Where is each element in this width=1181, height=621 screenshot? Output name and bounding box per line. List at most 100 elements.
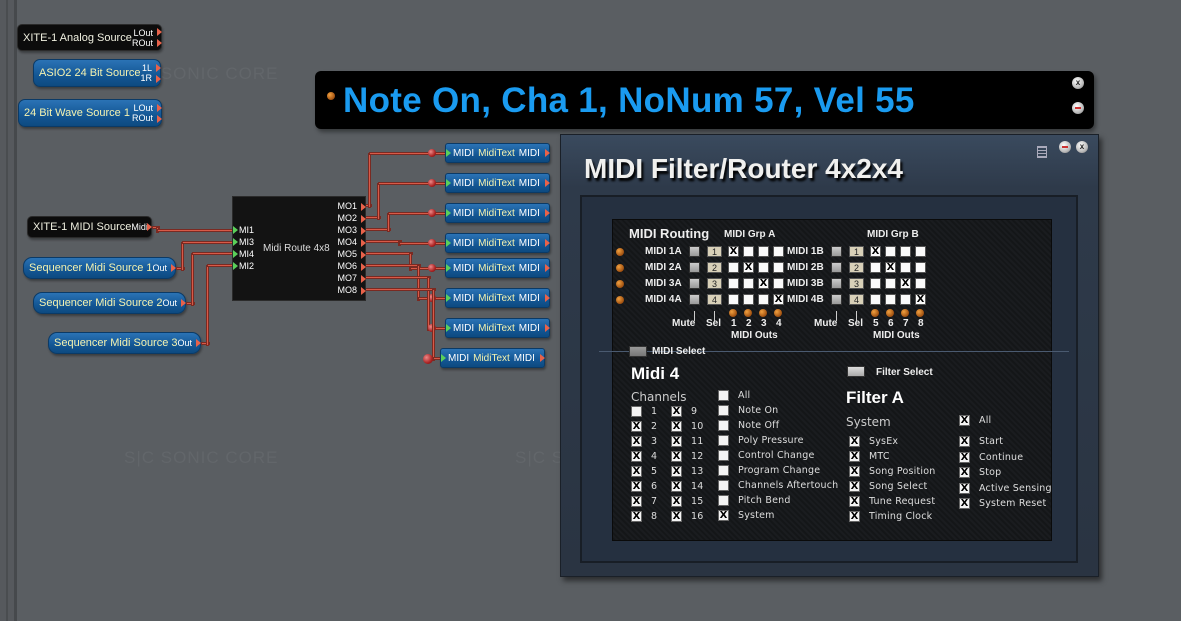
message-type-checkbox[interactable]: [718, 450, 729, 461]
mute-button[interactable]: [689, 246, 700, 257]
route-checkbox[interactable]: [885, 246, 896, 257]
output-port-icon[interactable]: [157, 115, 162, 123]
route-checkbox[interactable]: [728, 278, 739, 289]
route-checkbox[interactable]: [870, 278, 881, 289]
miditext-display-window[interactable]: Note On, Cha 1, NoNum 57, Vel 55 x: [315, 71, 1094, 129]
module-miditext[interactable]: MIDI MidiText MIDI: [440, 348, 545, 368]
system-message-checkbox[interactable]: X: [849, 451, 860, 462]
module-sequencer-midi-source-1[interactable]: Sequencer Midi Source 1 Out: [23, 257, 176, 279]
module-miditext[interactable]: MIDI MidiText MIDI: [445, 318, 550, 338]
route-checkbox[interactable]: [743, 278, 754, 289]
module-miditext[interactable]: MIDI MidiText MIDI: [445, 203, 550, 223]
output-port-icon[interactable]: [545, 264, 550, 272]
module-midi-route-4x8[interactable]: Midi Route 4x8 MI1 MI3 MI4 MI2 MO1 MO2 MO3…: [232, 196, 366, 301]
route-checkbox[interactable]: X: [900, 278, 911, 289]
route-checkbox[interactable]: [885, 294, 896, 305]
channel-checkbox[interactable]: X: [671, 511, 682, 522]
router-output-mo1[interactable]: MO1: [337, 201, 357, 211]
midi-cable[interactable]: [369, 152, 448, 155]
route-checkbox[interactable]: [773, 262, 784, 273]
module-xite-midi-source[interactable]: XITE-1 MIDI Source Midi: [27, 216, 152, 238]
midi-cable[interactable]: [377, 183, 380, 220]
minimize-icon[interactable]: [1072, 102, 1084, 114]
module-miditext[interactable]: MIDI MidiText MIDI: [445, 173, 550, 193]
channel-checkbox[interactable]: X: [631, 451, 642, 462]
router-input-mi4[interactable]: MI4: [239, 249, 254, 259]
router-output-mo3[interactable]: MO3: [337, 225, 357, 235]
select-button[interactable]: 2: [849, 262, 864, 273]
cable-connector-icon[interactable]: [428, 149, 436, 157]
select-button[interactable]: 3: [707, 278, 722, 289]
midi-cable[interactable]: [364, 264, 421, 267]
output-port-icon[interactable]: [540, 354, 545, 362]
midi-cable[interactable]: [182, 241, 235, 244]
channel-checkbox[interactable]: X: [671, 421, 682, 432]
route-checkbox[interactable]: [743, 246, 754, 257]
mute-button[interactable]: [689, 278, 700, 289]
module-sequencer-midi-source-2[interactable]: Sequencer Midi Source 2 Out: [33, 292, 186, 314]
system-message-checkbox[interactable]: X: [849, 481, 860, 492]
router-output-mo7[interactable]: MO7: [337, 273, 357, 283]
output-port-icon[interactable]: [545, 209, 550, 217]
output-port-icon[interactable]: [545, 294, 550, 302]
message-type-checkbox[interactable]: [718, 465, 729, 476]
midi-cable[interactable]: [387, 213, 390, 232]
route-checkbox[interactable]: [900, 294, 911, 305]
cable-connector-icon[interactable]: [423, 354, 433, 364]
route-checkbox[interactable]: [758, 262, 769, 273]
system-message-checkbox[interactable]: X: [959, 467, 970, 478]
module-asio2-source[interactable]: ASIO2 24 Bit Source 1L 1R: [33, 59, 161, 87]
mute-button[interactable]: [689, 294, 700, 305]
message-type-checkbox[interactable]: [718, 405, 729, 416]
system-message-checkbox[interactable]: X: [959, 436, 970, 447]
route-checkbox[interactable]: X: [885, 262, 896, 273]
midi-cable[interactable]: [206, 265, 209, 346]
midi-cable[interactable]: [192, 252, 235, 255]
midi-cable[interactable]: [364, 276, 431, 279]
message-type-checkbox[interactable]: [718, 420, 729, 431]
route-checkbox[interactable]: [728, 294, 739, 305]
midi-cable[interactable]: [364, 240, 402, 243]
midi-cable[interactable]: [399, 242, 448, 245]
route-checkbox[interactable]: X: [743, 262, 754, 273]
module-miditext[interactable]: MIDI MidiText MIDI: [445, 258, 550, 278]
system-message-checkbox[interactable]: X: [849, 511, 860, 522]
router-output-mo4[interactable]: MO4: [337, 237, 357, 247]
midi-cable[interactable]: [157, 229, 235, 232]
channel-checkbox[interactable]: X: [671, 451, 682, 462]
output-port-icon[interactable]: [361, 275, 366, 283]
module-wave-source[interactable]: 24 Bit Wave Source 1 LOut ROut: [18, 99, 162, 127]
mute-button[interactable]: [831, 246, 842, 257]
route-checkbox[interactable]: [870, 294, 881, 305]
route-checkbox[interactable]: [773, 246, 784, 257]
output-port-icon[interactable]: [545, 239, 550, 247]
route-checkbox[interactable]: [870, 262, 881, 273]
router-output-mo6[interactable]: MO6: [337, 261, 357, 271]
output-port-icon[interactable]: [157, 39, 162, 47]
module-sequencer-midi-source-3[interactable]: Sequencer Midi Source 3 Out: [48, 332, 201, 354]
output-port-icon[interactable]: [157, 28, 162, 36]
channel-checkbox[interactable]: X: [631, 496, 642, 507]
system-message-checkbox[interactable]: X: [849, 436, 860, 447]
output-port-icon[interactable]: [361, 251, 366, 259]
output-port-icon[interactable]: [361, 203, 366, 211]
system-all-checkbox[interactable]: X: [959, 415, 970, 426]
midi-cable[interactable]: [432, 289, 435, 361]
system-message-checkbox[interactable]: X: [849, 466, 860, 477]
router-input-mi1[interactable]: MI1: [239, 225, 254, 235]
output-port-icon[interactable]: [361, 227, 366, 235]
output-port-icon[interactable]: [361, 215, 366, 223]
route-checkbox[interactable]: X: [728, 246, 739, 257]
module-miditext[interactable]: MIDI MidiText MIDI: [445, 233, 550, 253]
output-port-icon[interactable]: [545, 149, 550, 157]
midi-cable[interactable]: [364, 288, 436, 291]
select-button[interactable]: 4: [707, 294, 722, 305]
midi-select-button[interactable]: [629, 346, 647, 357]
route-checkbox[interactable]: [743, 294, 754, 305]
mute-button[interactable]: [831, 294, 842, 305]
router-input-mi2[interactable]: MI2: [239, 261, 254, 271]
cable-connector-icon[interactable]: [428, 239, 436, 247]
channel-checkbox[interactable]: X: [671, 496, 682, 507]
system-message-checkbox[interactable]: X: [959, 451, 970, 463]
mute-button[interactable]: [831, 262, 842, 273]
